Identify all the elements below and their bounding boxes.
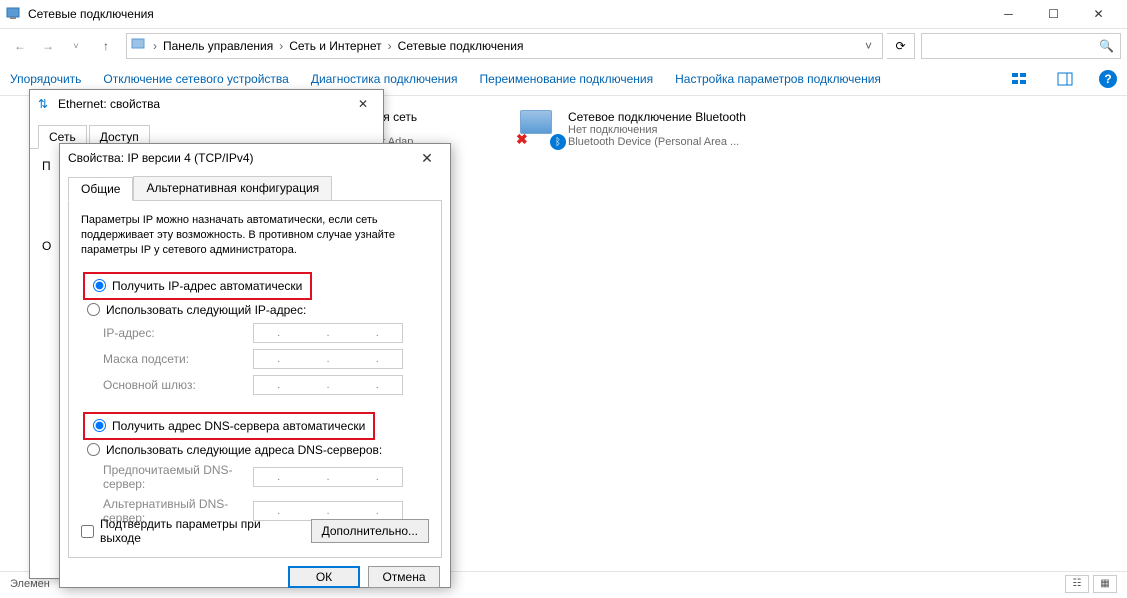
radio-dns-manual-input[interactable] (87, 443, 100, 456)
cmd-disable[interactable]: Отключение сетевого устройства (103, 72, 288, 86)
dialog-title: Свойства: IP версии 4 (TCP/IPv4) (68, 151, 412, 165)
highlight-box: Получить IP-адрес автоматически (83, 272, 312, 300)
radio-dns-auto-input[interactable] (93, 419, 106, 432)
app-icon (6, 6, 22, 22)
radio-ip-manual-input[interactable] (87, 303, 100, 316)
disconnected-icon: ✖ (516, 131, 528, 148)
radio-ip-auto-input[interactable] (93, 279, 106, 292)
crumb-sep-icon: › (386, 39, 394, 53)
tab-panel: Параметры IP можно назначать автоматичес… (68, 200, 442, 558)
crumb-sep-icon: › (151, 39, 159, 53)
radio-dns-auto-label: Получить адрес DNS-сервера автоматически (112, 419, 365, 433)
forward-button[interactable]: → (36, 34, 60, 58)
breadcrumb-3[interactable]: Сетевые подключения (394, 39, 528, 53)
dialog-tabs: Общие Альтернативная конфигурация (60, 172, 450, 200)
dialog-title: Ethernet: свойства (58, 97, 351, 111)
tab-alternative[interactable]: Альтернативная конфигурация (133, 176, 332, 200)
conn-status: Нет подключения (568, 124, 746, 136)
search-input[interactable] (928, 39, 1099, 53)
cmd-organize[interactable]: Упорядочить (10, 72, 81, 86)
status-text: Элемен (10, 578, 50, 590)
field-mask: Маска подсети: ... (83, 346, 429, 372)
ok-button[interactable]: ОК (288, 566, 360, 588)
cancel-button[interactable]: Отмена (368, 566, 440, 588)
field-dns1: Предпочитаемый DNS-сервер: ... (83, 460, 429, 494)
view-details-button[interactable]: ☷ (1065, 575, 1089, 593)
network-icon: ⇅ (38, 97, 52, 111)
cmd-settings[interactable]: Настройка параметров подключения (675, 72, 881, 86)
radio-ip-auto[interactable]: Получить IP-адрес автоматически (89, 276, 306, 296)
ip-group: Получить IP-адрес автоматически Использо… (81, 272, 429, 398)
search-icon: 🔍 (1099, 39, 1114, 53)
dialog-titlebar[interactable]: ⇅ Ethernet: свойства ✕ (30, 90, 383, 118)
view-dropdown-icon[interactable] (1007, 67, 1031, 91)
button-row: ОК Отмена (60, 566, 450, 598)
nav-bar: ← → ˅ ↑ › Панель управления › Сеть и Инт… (0, 28, 1127, 62)
dialog-titlebar[interactable]: Свойства: IP версии 4 (TCP/IPv4) ✕ (60, 144, 450, 172)
checkbox-confirm-label: Подтвердить параметры при выходе (100, 517, 303, 545)
breadcrumb-1[interactable]: Панель управления (159, 39, 277, 53)
field-gateway-label: Основной шлюз: (103, 378, 253, 392)
connection-icon: ✖ ᛒ (520, 110, 560, 146)
field-ip-input[interactable]: ... (253, 323, 403, 343)
window-titlebar: Сетевые подключения ─ ☐ ✕ (0, 0, 1127, 28)
maximize-button[interactable]: ☐ (1031, 0, 1076, 28)
field-ip-label: IP-адрес: (103, 326, 253, 340)
checkbox-confirm[interactable]: Подтвердить параметры при выходе (81, 517, 303, 545)
window-title: Сетевые подключения (28, 7, 986, 21)
radio-ip-manual-label: Использовать следующий IP-адрес: (106, 303, 306, 317)
radio-dns-manual[interactable]: Использовать следующие адреса DNS-сервер… (83, 440, 429, 460)
field-ip: IP-адрес: ... (83, 320, 429, 346)
crumb-sep-icon: › (277, 39, 285, 53)
ipv4-properties-dialog: Свойства: IP версии 4 (TCP/IPv4) ✕ Общие… (59, 143, 451, 588)
back-button[interactable]: ← (8, 34, 32, 58)
recent-dropdown[interactable]: ˅ (64, 34, 88, 58)
radio-dns-auto[interactable]: Получить адрес DNS-сервера автоматически (89, 416, 369, 436)
view-icons-button[interactable]: ▦ (1093, 575, 1117, 593)
minimize-button[interactable]: ─ (986, 0, 1031, 28)
dialog-close-button[interactable]: ✕ (412, 147, 442, 169)
close-button[interactable]: ✕ (1076, 0, 1121, 28)
up-button[interactable]: ↑ (94, 34, 118, 58)
bluetooth-icon: ᛒ (550, 134, 566, 150)
field-gateway: Основной шлюз: ... (83, 372, 429, 398)
radio-dns-manual-label: Использовать следующие адреса DNS-сервер… (106, 443, 382, 457)
connection-item-bluetooth[interactable]: ✖ ᛒ Сетевое подключение Bluetooth Нет по… (520, 110, 746, 148)
checkbox-confirm-input[interactable] (81, 525, 94, 538)
cmd-rename[interactable]: Переименование подключения (480, 72, 654, 86)
conn-device: Bluetooth Device (Personal Area ... (568, 136, 746, 148)
radio-ip-auto-label: Получить IP-адрес автоматически (112, 279, 302, 293)
tab-general[interactable]: Общие (68, 177, 133, 201)
radio-ip-manual[interactable]: Использовать следующий IP-адрес: (83, 300, 429, 320)
control-panel-icon (131, 36, 147, 55)
search-box[interactable]: 🔍 (921, 33, 1121, 59)
field-mask-input[interactable]: ... (253, 349, 403, 369)
conn-name: Сетевое подключение Bluetooth (568, 110, 746, 124)
breadcrumb-2[interactable]: Сеть и Интернет (285, 39, 385, 53)
help-icon[interactable]: ? (1099, 70, 1117, 88)
field-mask-label: Маска подсети: (103, 352, 253, 366)
address-bar[interactable]: › Панель управления › Сеть и Интернет › … (126, 33, 883, 59)
refresh-button[interactable]: ⟳ (887, 33, 915, 59)
description-text: Параметры IP можно назначать автоматичес… (81, 213, 429, 258)
cmd-diagnose[interactable]: Диагностика подключения (311, 72, 458, 86)
preview-pane-icon[interactable] (1053, 67, 1077, 91)
dns-group: Получить адрес DNS-сервера автоматически… (81, 412, 429, 528)
field-dns1-input[interactable]: ... (253, 467, 403, 487)
bottom-row: Подтвердить параметры при выходе Дополни… (81, 517, 429, 545)
dialog-close-button[interactable]: ✕ (351, 94, 375, 114)
advanced-button[interactable]: Дополнительно... (311, 519, 429, 543)
highlight-box: Получить адрес DNS-сервера автоматически (83, 412, 375, 440)
field-gateway-input[interactable]: ... (253, 375, 403, 395)
field-dns1-label: Предпочитаемый DNS-сервер: (103, 463, 253, 491)
address-dropdown-icon[interactable]: ˅ (859, 39, 878, 53)
